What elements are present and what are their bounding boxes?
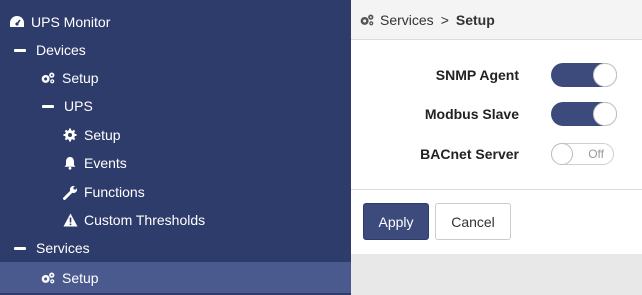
cancel-button[interactable]: Cancel — [435, 203, 511, 240]
sidebar-item-label: Services — [36, 240, 90, 256]
sidebar-item-ups-monitor[interactable]: UPS Monitor — [0, 8, 351, 36]
setting-label: SNMP Agent — [435, 67, 519, 83]
cogs-icon — [40, 70, 56, 86]
cogs-icon — [40, 270, 56, 286]
sidebar-item-label: Events — [84, 155, 127, 171]
sidebar-item-events[interactable]: Events — [0, 149, 351, 177]
sidebar-item-devices-setup[interactable]: Setup — [0, 64, 351, 92]
wrench-icon — [62, 184, 78, 200]
breadcrumb-current: Setup — [455, 11, 495, 28]
divider — [351, 189, 642, 190]
sidebar-item-ups[interactable]: UPS — [0, 92, 351, 120]
snmp-agent-toggle[interactable] — [551, 63, 617, 87]
setting-label: Modbus Slave — [424, 106, 519, 122]
sidebar-item-label: Setup — [62, 70, 99, 86]
bacnet-server-toggle[interactable]: Off — [551, 143, 614, 165]
cogs-icon — [359, 12, 375, 28]
sidebar-item-label: Custom Thresholds — [84, 212, 206, 228]
sidebar-item-label: Functions — [84, 184, 145, 200]
sidebar: UPS Monitor Devices Setup UPS Setup Even… — [0, 0, 351, 295]
toggle-state-label: Off — [588, 147, 604, 161]
sidebar-item-custom-thresholds[interactable]: Custom Thresholds — [0, 206, 351, 234]
gear-icon — [62, 127, 78, 143]
sidebar-item-label: UPS — [64, 98, 93, 114]
toggle-knob — [593, 102, 617, 126]
collapse-icon — [14, 246, 26, 250]
sidebar-item-ups-setup[interactable]: Setup — [0, 121, 351, 149]
sidebar-item-services[interactable]: Services — [0, 234, 351, 262]
setting-row-modbus-slave: Modbus Slave — [351, 101, 642, 127]
setting-row-bacnet-server: BACnet Server Off — [351, 141, 642, 167]
apply-button[interactable]: Apply — [363, 203, 429, 240]
bell-icon — [62, 155, 78, 171]
breadcrumb-parent[interactable]: Services — [380, 12, 434, 28]
collapse-icon — [14, 48, 26, 52]
footer-bar — [351, 254, 642, 295]
main-panel: Services > Setup SNMP Agent Modbus Slave… — [351, 0, 642, 295]
collapse-icon — [42, 104, 54, 108]
sidebar-item-label: Devices — [36, 42, 86, 58]
modbus-slave-toggle[interactable] — [551, 102, 617, 126]
warning-icon — [62, 212, 78, 228]
sidebar-item-label: Setup — [62, 269, 99, 286]
sidebar-item-label: UPS Monitor — [31, 14, 111, 30]
toggle-knob — [593, 63, 617, 87]
toggle-knob — [551, 143, 573, 165]
setting-row-snmp-agent: SNMP Agent — [351, 62, 642, 88]
breadcrumb-separator: > — [440, 11, 449, 28]
breadcrumb: Services > Setup — [351, 0, 642, 40]
sidebar-item-devices[interactable]: Devices — [0, 36, 351, 64]
sidebar-item-functions[interactable]: Functions — [0, 178, 351, 206]
sidebar-item-label: Setup — [84, 127, 121, 143]
sidebar-item-services-setup[interactable]: Setup — [0, 262, 351, 293]
dashboard-icon — [9, 14, 25, 30]
setting-label: BACnet Server — [420, 146, 519, 162]
